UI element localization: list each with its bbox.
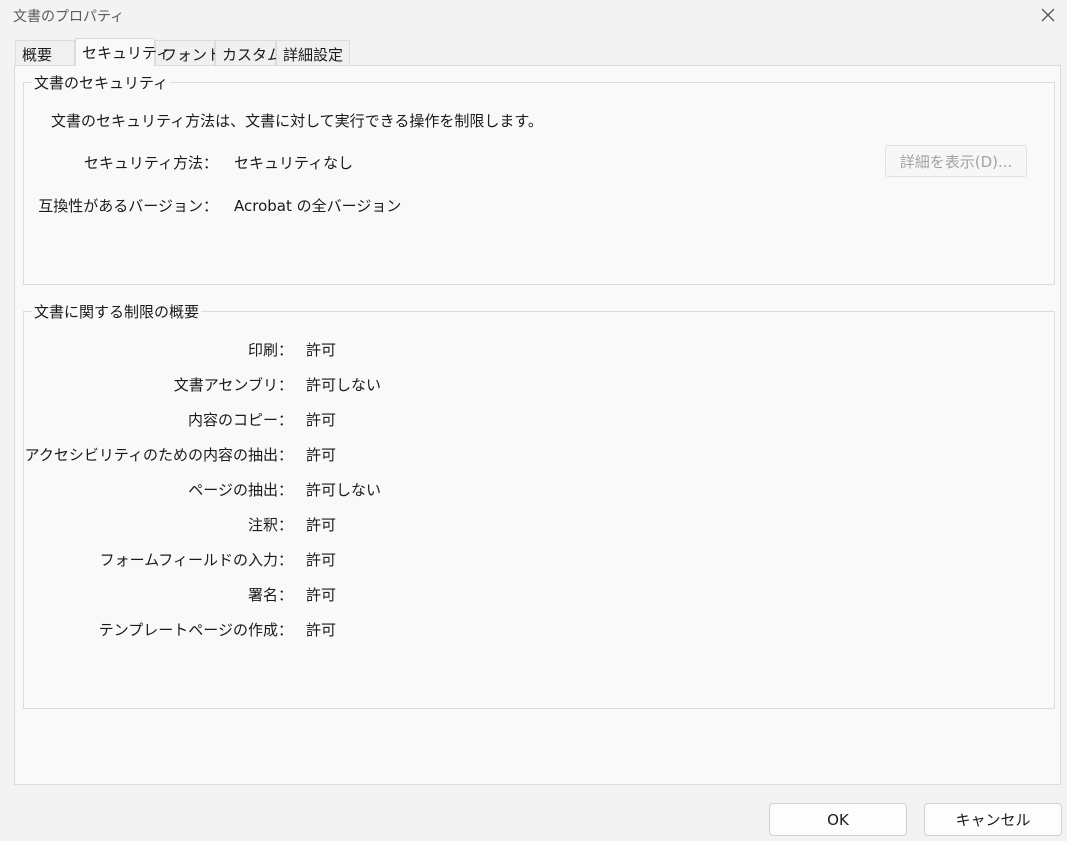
tab-panel: 文書のセキュリティ 文書のセキュリティ方法は、文書に対して実行できる操作を制限し… xyxy=(14,65,1061,785)
restriction-value-accessibility: 許可 xyxy=(306,446,337,464)
compat-version-value: Acrobat の全バージョン xyxy=(234,197,402,215)
window-title: 文書のプロパティ xyxy=(13,9,125,25)
security-description: 文書のセキュリティ方法は、文書に対して実行できる操作を制限します。 xyxy=(51,112,543,130)
title-bar: 文書のプロパティ xyxy=(0,0,1067,30)
restriction-label-form-fill: フォームフィールドの入力： xyxy=(99,551,293,569)
restrictions-group: 文書に関する制限の概要 xyxy=(23,301,1055,709)
security-legend: 文書のセキュリティ xyxy=(32,72,171,93)
restriction-label-comments: 注釈： xyxy=(247,516,293,534)
ok-button[interactable]: OK xyxy=(769,803,907,836)
restriction-value-page-extraction: 許可しない xyxy=(306,481,382,499)
cancel-button[interactable]: キャンセル xyxy=(924,803,1062,836)
restriction-label-printing: 印刷： xyxy=(247,341,293,359)
security-method-label: セキュリティ方法： xyxy=(83,154,218,172)
restriction-value-template: 許可 xyxy=(306,621,337,639)
restriction-label-signing: 署名： xyxy=(247,586,293,604)
restrictions-legend: 文書に関する制限の概要 xyxy=(32,301,202,322)
close-icon xyxy=(1041,8,1055,22)
security-method-value: セキュリティなし xyxy=(234,154,354,172)
restriction-label-assembly: 文書アセンブリ： xyxy=(173,376,293,394)
restriction-value-assembly: 許可しない xyxy=(306,376,382,394)
tab-security[interactable]: セキュリティ xyxy=(75,38,171,66)
restriction-value-signing: 許可 xyxy=(306,586,337,604)
restriction-value-printing: 許可 xyxy=(306,341,337,359)
restriction-label-template: テンプレートページの作成： xyxy=(98,621,293,639)
restriction-value-form-fill: 許可 xyxy=(306,551,337,569)
tab-advanced[interactable]: 詳細設定 xyxy=(276,40,350,65)
restriction-value-comments: 許可 xyxy=(306,516,337,534)
tab-overview[interactable]: 概要 xyxy=(15,40,75,65)
restriction-value-copy: 許可 xyxy=(306,411,337,429)
close-button[interactable] xyxy=(1035,2,1061,28)
restriction-label-page-extraction: ページの抽出： xyxy=(188,481,293,499)
show-details-button[interactable]: 詳細を表示(D)... xyxy=(885,145,1027,177)
compat-version-label: 互換性があるバージョン： xyxy=(38,197,218,215)
restriction-label-copy: 内容のコピー： xyxy=(187,411,293,429)
tab-custom[interactable]: カスタム xyxy=(215,40,282,65)
restriction-label-accessibility: アクセシビリティのための内容の抽出： xyxy=(24,446,293,464)
